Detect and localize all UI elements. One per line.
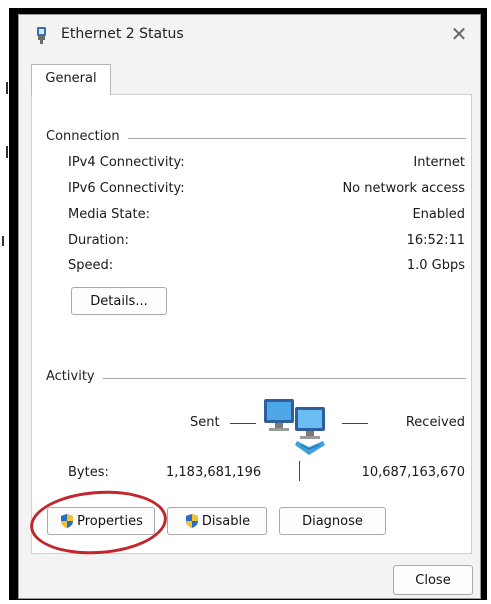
uac-shield-icon: [185, 514, 198, 528]
media-state-value: Enabled: [412, 207, 465, 222]
bytes-separator: [299, 461, 300, 481]
bytes-received-value: 10,687,163,670: [361, 465, 465, 480]
close-button[interactable]: Close: [393, 565, 473, 595]
duration-label: Duration:: [68, 233, 129, 248]
activity-divider: [46, 378, 466, 379]
uac-shield-icon: [61, 514, 74, 528]
media-state-label: Media State:: [68, 207, 150, 222]
disable-button[interactable]: Disable: [167, 507, 267, 535]
properties-button[interactable]: Properties: [47, 507, 155, 535]
received-connector: [342, 423, 368, 424]
general-panel: Connection IPv4 Connectivity: Internet I…: [31, 94, 472, 554]
ipv6-label: IPv6 Connectivity:: [68, 181, 185, 196]
title-bar[interactable]: Ethernet 2 Status ✕: [19, 15, 480, 55]
close-icon[interactable]: ✕: [446, 21, 472, 47]
bytes-label: Bytes:: [68, 465, 109, 480]
activity-group-label: Activity: [46, 369, 103, 384]
connection-group-label: Connection: [46, 129, 128, 144]
window-title: Ethernet 2 Status: [61, 26, 184, 42]
speed-label: Speed:: [68, 258, 114, 273]
background-fragments: [0, 0, 12, 604]
tab-general[interactable]: General: [31, 64, 111, 95]
ethernet-status-dialog: Ethernet 2 Status ✕ General Connection I…: [18, 14, 481, 599]
sent-label: Sent: [190, 415, 220, 430]
ipv6-value: No network access: [342, 181, 465, 196]
network-computers-icon: [264, 399, 325, 455]
ipv4-value: Internet: [413, 155, 465, 170]
disable-button-label: Disable: [201, 513, 251, 529]
bytes-sent-value: 1,183,681,196: [166, 465, 262, 480]
ethernet-adapter-icon: [37, 27, 46, 44]
details-button[interactable]: Details...: [71, 287, 167, 315]
received-label: Received: [405, 415, 465, 430]
sent-connector: [230, 423, 256, 424]
diagnose-button[interactable]: Diagnose: [279, 507, 386, 535]
properties-button-label: Properties: [77, 513, 143, 529]
ipv4-label: IPv4 Connectivity:: [68, 155, 185, 170]
speed-value: 1.0 Gbps: [406, 258, 465, 273]
duration-value: 16:52:11: [406, 233, 465, 248]
